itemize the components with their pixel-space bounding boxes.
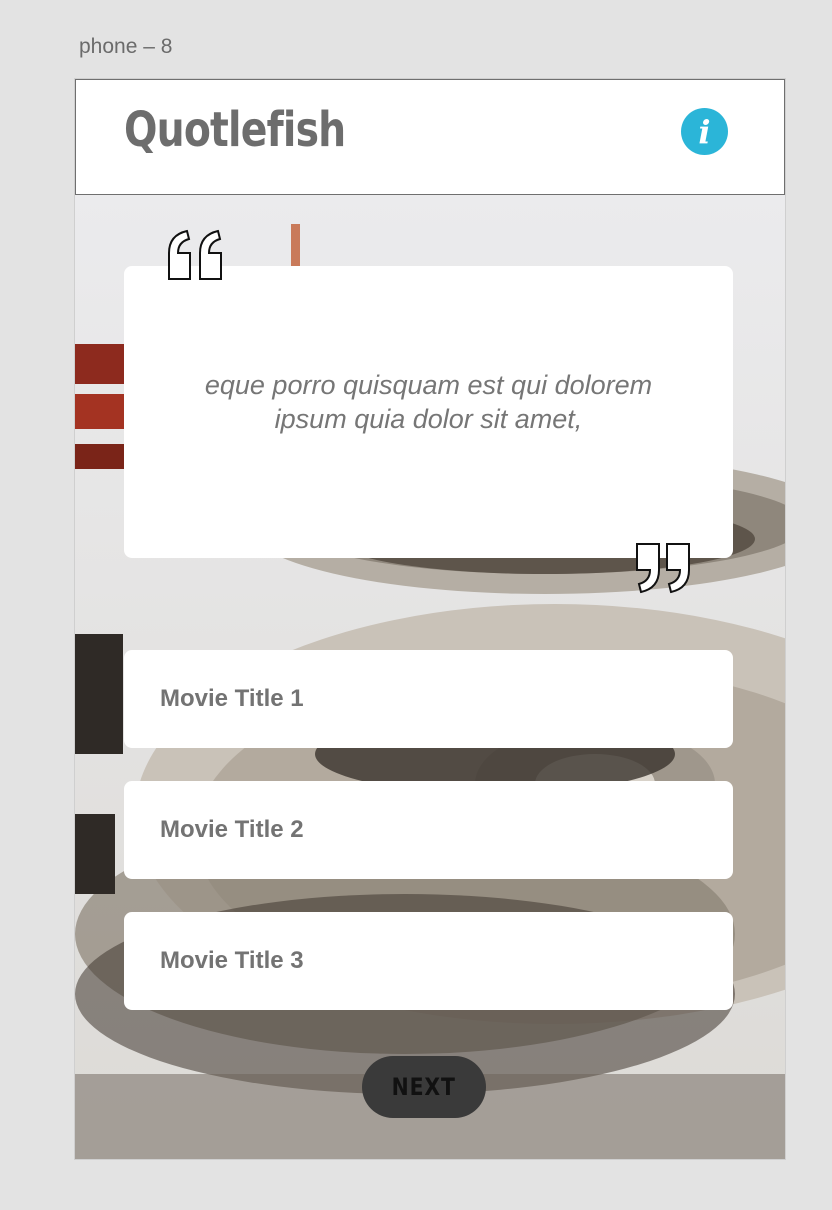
info-button[interactable]: i [681,108,728,155]
answer-option-label: Movie Title 3 [160,947,304,974]
app-header: Quotlefish i [75,79,785,195]
answer-option-label: Movie Title 1 [160,685,304,712]
quote-text: eque porro quisquam est qui dolorem ipsu… [204,370,653,434]
next-button-label: NEXT [391,1073,457,1101]
answer-option-2[interactable]: Movie Title 2 [124,781,733,879]
close-quote-icon [636,543,690,594]
artboard-label: phone – 8 [79,35,173,58]
next-button[interactable]: NEXT [362,1056,486,1118]
quote-card: eque porro quisquam est qui dolorem ipsu… [124,266,733,558]
answer-option-label: Movie Title 2 [160,816,304,843]
answer-option-3[interactable]: Movie Title 3 [124,912,733,1010]
open-quote-icon [168,229,222,280]
answer-option-1[interactable]: Movie Title 1 [124,650,733,748]
phone-frame: Quotlefish i eque porro quisquam est qui… [74,78,786,1160]
app-logo: Quotlefish [124,102,346,158]
info-icon: i [698,112,711,151]
